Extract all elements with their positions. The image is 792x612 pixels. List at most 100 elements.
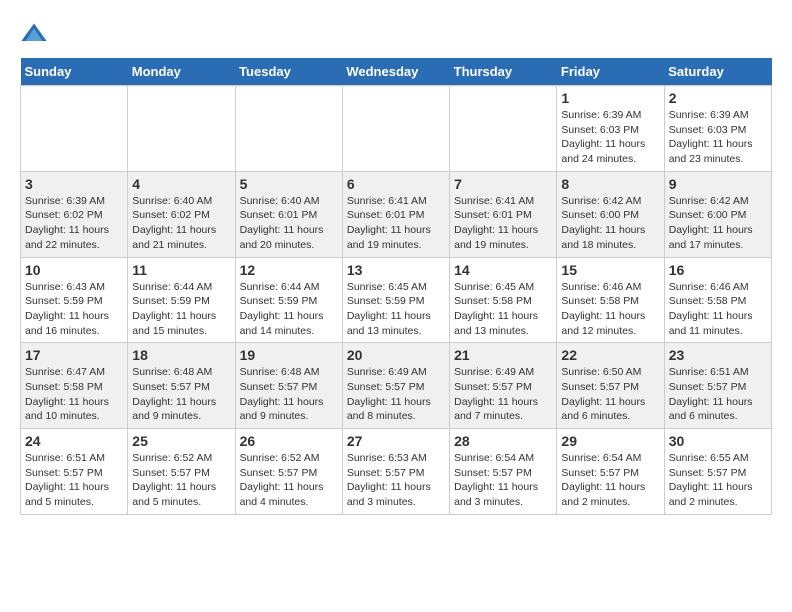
calendar-cell: 4 Sunrise: 6:40 AMSunset: 6:02 PMDaylight… — [128, 171, 235, 257]
day-info: Sunrise: 6:51 AMSunset: 5:57 PMDaylight:… — [669, 365, 767, 424]
calendar-cell: 29 Sunrise: 6:54 AMSunset: 5:57 PMDayligh… — [557, 429, 664, 515]
day-number: 10 — [25, 262, 123, 278]
day-number: 24 — [25, 433, 123, 449]
day-info: Sunrise: 6:43 AMSunset: 5:59 PMDaylight:… — [25, 280, 123, 339]
day-info: Sunrise: 6:52 AMSunset: 5:57 PMDaylight:… — [132, 451, 230, 510]
calendar-cell: 13 Sunrise: 6:45 AMSunset: 5:59 PMDayligh… — [342, 257, 449, 343]
day-info: Sunrise: 6:45 AMSunset: 5:59 PMDaylight:… — [347, 280, 445, 339]
day-info: Sunrise: 6:45 AMSunset: 5:58 PMDaylight:… — [454, 280, 552, 339]
weekday-header-friday: Friday — [557, 58, 664, 86]
day-info: Sunrise: 6:39 AMSunset: 6:02 PMDaylight:… — [25, 194, 123, 253]
day-number: 7 — [454, 176, 552, 192]
day-info: Sunrise: 6:39 AMSunset: 6:03 PMDaylight:… — [561, 108, 659, 167]
day-info: Sunrise: 6:50 AMSunset: 5:57 PMDaylight:… — [561, 365, 659, 424]
day-number: 28 — [454, 433, 552, 449]
day-info: Sunrise: 6:49 AMSunset: 5:57 PMDaylight:… — [347, 365, 445, 424]
day-number: 3 — [25, 176, 123, 192]
day-number: 4 — [132, 176, 230, 192]
calendar-week-4: 17 Sunrise: 6:47 AMSunset: 5:58 PMDayligh… — [21, 343, 772, 429]
day-number: 18 — [132, 347, 230, 363]
day-number: 12 — [240, 262, 338, 278]
day-number: 20 — [347, 347, 445, 363]
calendar-cell: 25 Sunrise: 6:52 AMSunset: 5:57 PMDayligh… — [128, 429, 235, 515]
weekday-header-thursday: Thursday — [450, 58, 557, 86]
day-info: Sunrise: 6:51 AMSunset: 5:57 PMDaylight:… — [25, 451, 123, 510]
day-info: Sunrise: 6:41 AMSunset: 6:01 PMDaylight:… — [347, 194, 445, 253]
calendar-cell: 22Sunrise: 6:50 AMSunset: 5:57 PMDayligh… — [557, 343, 664, 429]
day-number: 5 — [240, 176, 338, 192]
calendar-week-3: 10 Sunrise: 6:43 AMSunset: 5:59 PMDayligh… — [21, 257, 772, 343]
weekday-header-monday: Monday — [128, 58, 235, 86]
day-number: 9 — [669, 176, 767, 192]
day-info: Sunrise: 6:44 AMSunset: 5:59 PMDaylight:… — [240, 280, 338, 339]
calendar-cell: 5 Sunrise: 6:40 AMSunset: 6:01 PMDaylight… — [235, 171, 342, 257]
day-info: Sunrise: 6:54 AMSunset: 5:57 PMDaylight:… — [561, 451, 659, 510]
calendar-cell: 23 Sunrise: 6:51 AMSunset: 5:57 PMDayligh… — [664, 343, 771, 429]
calendar-cell: 12 Sunrise: 6:44 AMSunset: 5:59 PMDayligh… — [235, 257, 342, 343]
calendar-week-5: 24 Sunrise: 6:51 AMSunset: 5:57 PMDayligh… — [21, 429, 772, 515]
page-header — [20, 20, 772, 48]
day-number: 23 — [669, 347, 767, 363]
calendar-cell — [235, 86, 342, 172]
weekday-header-wednesday: Wednesday — [342, 58, 449, 86]
day-info: Sunrise: 6:46 AMSunset: 5:58 PMDaylight:… — [561, 280, 659, 339]
weekday-header-sunday: Sunday — [21, 58, 128, 86]
calendar-cell: 24 Sunrise: 6:51 AMSunset: 5:57 PMDayligh… — [21, 429, 128, 515]
day-number: 6 — [347, 176, 445, 192]
day-number: 29 — [561, 433, 659, 449]
calendar-cell: 26 Sunrise: 6:52 AMSunset: 5:57 PMDayligh… — [235, 429, 342, 515]
calendar-cell — [450, 86, 557, 172]
calendar-cell: 30Sunrise: 6:55 AMSunset: 5:57 PMDayligh… — [664, 429, 771, 515]
calendar-cell: 9 Sunrise: 6:42 AMSunset: 6:00 PMDaylight… — [664, 171, 771, 257]
calendar-week-1: 1 Sunrise: 6:39 AMSunset: 6:03 PMDaylight… — [21, 86, 772, 172]
day-info: Sunrise: 6:55 AMSunset: 5:57 PMDaylight:… — [669, 451, 767, 510]
day-number: 13 — [347, 262, 445, 278]
weekday-header-saturday: Saturday — [664, 58, 771, 86]
day-number: 8 — [561, 176, 659, 192]
day-info: Sunrise: 6:48 AMSunset: 5:57 PMDaylight:… — [240, 365, 338, 424]
calendar-cell: 3 Sunrise: 6:39 AMSunset: 6:02 PMDaylight… — [21, 171, 128, 257]
calendar-cell — [342, 86, 449, 172]
logo — [20, 20, 52, 48]
calendar-cell: 16 Sunrise: 6:46 AMSunset: 5:58 PMDayligh… — [664, 257, 771, 343]
weekday-header-tuesday: Tuesday — [235, 58, 342, 86]
calendar-cell: 10 Sunrise: 6:43 AMSunset: 5:59 PMDayligh… — [21, 257, 128, 343]
calendar-cell: 15Sunrise: 6:46 AMSunset: 5:58 PMDayligh… — [557, 257, 664, 343]
day-number: 11 — [132, 262, 230, 278]
day-info: Sunrise: 6:44 AMSunset: 5:59 PMDaylight:… — [132, 280, 230, 339]
calendar-cell: 7 Sunrise: 6:41 AMSunset: 6:01 PMDaylight… — [450, 171, 557, 257]
calendar-cell: 20 Sunrise: 6:49 AMSunset: 5:57 PMDayligh… — [342, 343, 449, 429]
day-number: 2 — [669, 90, 767, 106]
calendar-cell — [128, 86, 235, 172]
calendar-cell: 28Sunrise: 6:54 AMSunset: 5:57 PMDayligh… — [450, 429, 557, 515]
weekday-header-row: SundayMondayTuesdayWednesdayThursdayFrid… — [21, 58, 772, 86]
calendar-cell — [21, 86, 128, 172]
day-info: Sunrise: 6:53 AMSunset: 5:57 PMDaylight:… — [347, 451, 445, 510]
day-info: Sunrise: 6:48 AMSunset: 5:57 PMDaylight:… — [132, 365, 230, 424]
day-number: 17 — [25, 347, 123, 363]
calendar-cell: 2Sunrise: 6:39 AMSunset: 6:03 PMDaylight… — [664, 86, 771, 172]
day-number: 25 — [132, 433, 230, 449]
day-info: Sunrise: 6:47 AMSunset: 5:58 PMDaylight:… — [25, 365, 123, 424]
day-number: 16 — [669, 262, 767, 278]
day-info: Sunrise: 6:40 AMSunset: 6:01 PMDaylight:… — [240, 194, 338, 253]
day-info: Sunrise: 6:42 AMSunset: 6:00 PMDaylight:… — [561, 194, 659, 253]
calendar-table: SundayMondayTuesdayWednesdayThursdayFrid… — [20, 58, 772, 515]
calendar-cell: 11 Sunrise: 6:44 AMSunset: 5:59 PMDayligh… — [128, 257, 235, 343]
calendar-cell: 6 Sunrise: 6:41 AMSunset: 6:01 PMDaylight… — [342, 171, 449, 257]
calendar-cell: 27 Sunrise: 6:53 AMSunset: 5:57 PMDayligh… — [342, 429, 449, 515]
day-info: Sunrise: 6:40 AMSunset: 6:02 PMDaylight:… — [132, 194, 230, 253]
calendar-week-2: 3 Sunrise: 6:39 AMSunset: 6:02 PMDaylight… — [21, 171, 772, 257]
day-info: Sunrise: 6:52 AMSunset: 5:57 PMDaylight:… — [240, 451, 338, 510]
day-number: 1 — [561, 90, 659, 106]
calendar-cell: 14Sunrise: 6:45 AMSunset: 5:58 PMDayligh… — [450, 257, 557, 343]
logo-icon — [20, 20, 48, 48]
calendar-cell: 19 Sunrise: 6:48 AMSunset: 5:57 PMDayligh… — [235, 343, 342, 429]
day-number: 27 — [347, 433, 445, 449]
calendar-cell: 17 Sunrise: 6:47 AMSunset: 5:58 PMDayligh… — [21, 343, 128, 429]
day-info: Sunrise: 6:42 AMSunset: 6:00 PMDaylight:… — [669, 194, 767, 253]
day-info: Sunrise: 6:46 AMSunset: 5:58 PMDaylight:… — [669, 280, 767, 339]
day-number: 19 — [240, 347, 338, 363]
day-info: Sunrise: 6:41 AMSunset: 6:01 PMDaylight:… — [454, 194, 552, 253]
day-number: 26 — [240, 433, 338, 449]
